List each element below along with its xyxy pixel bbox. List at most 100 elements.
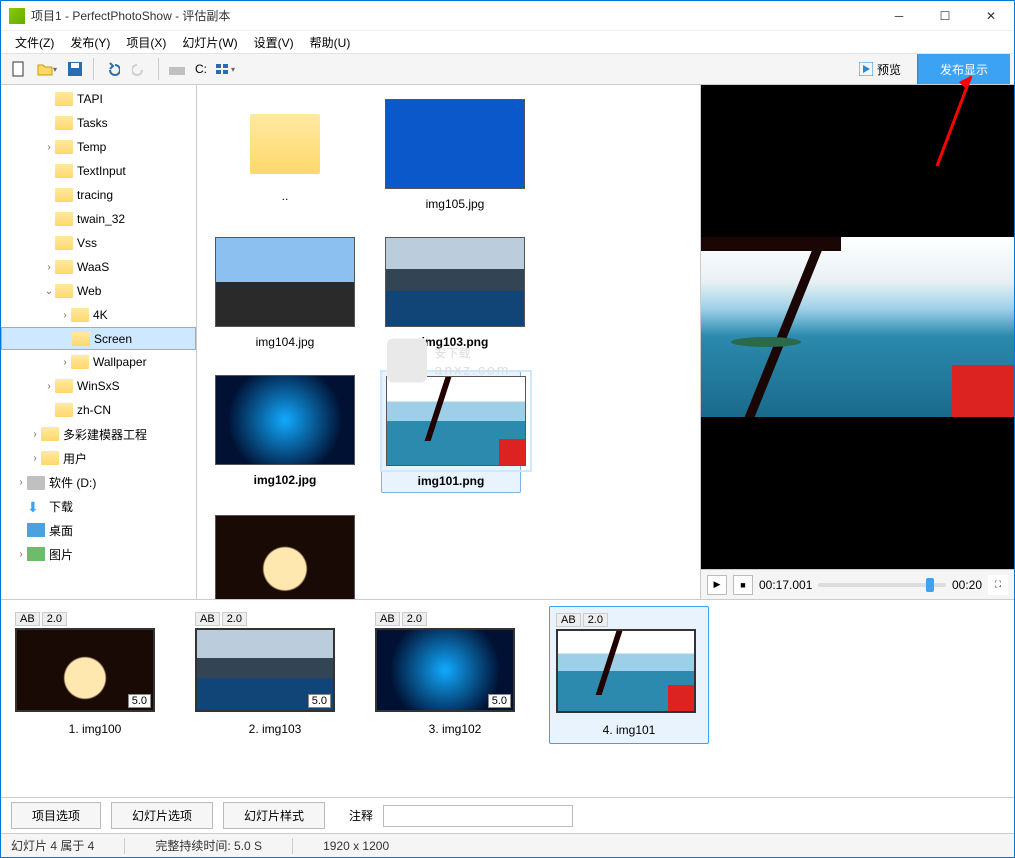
menu-item[interactable]: 发布(Y) [62, 32, 118, 53]
desktop-icon [27, 523, 45, 537]
time-slider[interactable] [818, 583, 946, 587]
thumbnail-item[interactable]: img100.jpg [215, 515, 355, 599]
maximize-button[interactable]: ☐ [922, 1, 968, 31]
tree-label: Vss [77, 236, 97, 250]
tree-item[interactable]: TAPI [1, 87, 196, 111]
folder-tree[interactable]: TAPITasks›TempTextInput tracing twain_32 Vs… [1, 85, 197, 599]
expand-icon[interactable]: › [43, 142, 55, 153]
tree-item[interactable]: 桌面 [1, 518, 196, 542]
tree-item[interactable]: tracing [1, 183, 196, 207]
stop-button[interactable]: ■ [733, 575, 753, 595]
note-input[interactable] [383, 805, 573, 827]
tree-item[interactable]: ›软件 (D:) [1, 470, 196, 494]
slide-item[interactable]: AB2.05.02. img103 [195, 612, 355, 736]
tree-item[interactable]: › WinSxS [1, 374, 196, 398]
tree-item[interactable]: Vss [1, 231, 196, 255]
expand-icon[interactable]: › [43, 381, 55, 392]
transition-badge[interactable]: AB [556, 613, 581, 627]
menu-item[interactable]: 文件(Z) [7, 32, 62, 53]
thumbnail-pane[interactable]: .. img105.jpg img104.jpg img103.png img102.j… [197, 85, 701, 599]
expand-icon[interactable]: › [15, 549, 27, 560]
tree-label: 4K [93, 308, 108, 322]
tree-item[interactable]: zh-CN [1, 398, 196, 422]
preview-button[interactable]: 预览 [849, 56, 911, 82]
player-controls: ▶ ■ 00:17.001 00:20 ⛶ [701, 569, 1014, 599]
slide-caption: 3. img102 [375, 722, 535, 736]
transition-duration[interactable]: 2.0 [42, 612, 67, 626]
thumbnail-item[interactable]: img101.png [381, 371, 521, 493]
thumbnail-item[interactable]: img103.png [385, 237, 525, 349]
tree-item[interactable]: ›Wallpaper [1, 350, 196, 374]
thumbnail-name: .. [215, 189, 355, 203]
expand-icon[interactable]: ⌄ [43, 286, 55, 297]
menu-item[interactable]: 项目(X) [118, 32, 174, 53]
tree-item[interactable]: ›图片 [1, 542, 196, 566]
transition-badge[interactable]: AB [375, 612, 400, 626]
tree-item[interactable]: ⌄ Web [1, 279, 196, 303]
publish-button[interactable]: 发布显示 [917, 54, 1010, 84]
thumbnail-item[interactable]: .. [215, 99, 355, 211]
transition-duration[interactable]: 2.0 [222, 612, 247, 626]
slide-item[interactable]: AB2.0 5.0 3. img102 [375, 612, 535, 736]
slide-item[interactable]: AB2.05.01. img100 [15, 612, 175, 736]
open-button[interactable]: ▾ [34, 56, 60, 82]
redo-button[interactable] [127, 56, 153, 82]
slide-item[interactable]: AB2.05.04. img101 [549, 606, 709, 744]
expand-icon[interactable]: › [29, 453, 41, 464]
options-row: 项目选项 幻灯片选项 幻灯片样式 注释 [1, 797, 1014, 833]
expand-icon[interactable]: › [15, 477, 27, 488]
status-count: 幻灯片 4 属于 4 [11, 837, 94, 854]
slide-duration[interactable]: 5.0 [128, 694, 151, 708]
timeline: AB2.05.01. img100AB2.05.02. img103AB2.05… [1, 599, 1014, 797]
project-options-button[interactable]: 项目选项 [11, 802, 101, 829]
fullscreen-button[interactable]: ⛶ [988, 575, 1008, 595]
slide-style-button[interactable]: 幻灯片样式 [223, 802, 325, 829]
thumbnail-item[interactable]: img105.jpg [385, 99, 525, 211]
tree-item[interactable]: ›WaaS [1, 255, 196, 279]
slide-duration[interactable]: 5.0 [669, 695, 692, 709]
slide-duration[interactable]: 5.0 [488, 694, 511, 708]
tree-label: WinSxS [77, 379, 120, 393]
app-icon [9, 8, 25, 24]
drive-button[interactable] [164, 56, 190, 82]
close-button[interactable]: ✕ [968, 1, 1014, 31]
slide-duration[interactable]: 5.0 [308, 694, 331, 708]
transition-badge[interactable]: AB [195, 612, 220, 626]
expand-icon[interactable]: › [59, 310, 71, 321]
status-resolution: 1920 x 1200 [323, 839, 389, 853]
folder-icon [55, 164, 73, 178]
transition-duration[interactable]: 2.0 [402, 612, 427, 626]
tree-item[interactable]: Tasks [1, 111, 196, 135]
tree-label: Web [77, 284, 101, 298]
tree-item[interactable]: TextInput [1, 159, 196, 183]
expand-icon[interactable]: › [43, 262, 55, 273]
thumbnail-name: img105.jpg [385, 197, 525, 211]
expand-icon[interactable]: › [29, 429, 41, 440]
thumbnail-name: img104.jpg [215, 335, 355, 349]
minimize-button[interactable]: ─ [876, 1, 922, 31]
tree-item[interactable]: Screen [1, 327, 196, 350]
menu-item[interactable]: 设置(V) [246, 32, 302, 53]
tree-item[interactable]: ⬇下载 [1, 494, 196, 518]
view-dropdown[interactable]: ▾ [212, 56, 238, 82]
tree-item[interactable]: ›多彩建模器工程 [1, 422, 196, 446]
tree-item[interactable]: twain_32 [1, 207, 196, 231]
save-button[interactable] [62, 56, 88, 82]
transition-badge[interactable]: AB [15, 612, 40, 626]
expand-icon[interactable]: › [59, 357, 71, 368]
thumbnail-item[interactable]: img102.jpg [215, 375, 355, 489]
transition-duration[interactable]: 2.0 [583, 613, 608, 627]
undo-button[interactable] [99, 56, 125, 82]
new-button[interactable] [6, 56, 32, 82]
tree-item[interactable]: ›用户 [1, 446, 196, 470]
time-current: 00:17.001 [759, 578, 812, 592]
tree-item[interactable]: › 4K [1, 303, 196, 327]
thumbnail-item[interactable]: img104.jpg [215, 237, 355, 349]
tree-label: tracing [77, 188, 113, 202]
slide-options-button[interactable]: 幻灯片选项 [111, 802, 213, 829]
slides-row[interactable]: AB2.05.01. img100AB2.05.02. img103AB2.05… [1, 600, 1014, 797]
play-button[interactable]: ▶ [707, 575, 727, 595]
menu-item[interactable]: 帮助(U) [302, 32, 359, 53]
tree-item[interactable]: ›Temp [1, 135, 196, 159]
menu-item[interactable]: 幻灯片(W) [174, 32, 245, 53]
